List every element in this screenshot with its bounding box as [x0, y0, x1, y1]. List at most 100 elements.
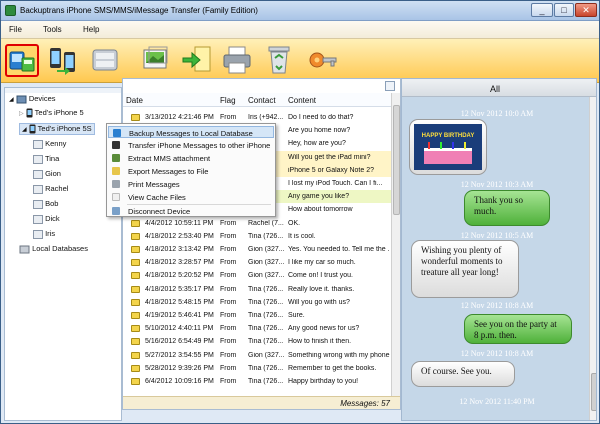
table-row[interactable]: 4/19/2012 5:46:41 PM From Tina (726... Sure… — [123, 309, 391, 322]
table-row[interactable]: 4/18/2012 5:35:17 PM From Tina (726... Real… — [123, 283, 391, 296]
transfer-button[interactable] — [47, 44, 79, 76]
print-button[interactable] — [221, 44, 253, 76]
table-row[interactable]: 5/28/2012 9:39:26 PM From Tina (726... Reme… — [123, 362, 391, 375]
database-button[interactable] — [89, 44, 121, 76]
table-row[interactable]: 4/18/2012 5:48:15 PM From Tina (726... Will… — [123, 296, 391, 309]
delete-button[interactable] — [263, 44, 295, 76]
image-caption: HAPPY BIRTHDAY — [422, 133, 475, 139]
cell-flag: From — [220, 219, 237, 227]
tree-local-databases[interactable]: Local Databases — [19, 244, 88, 254]
table-row[interactable]: 4/18/2012 3:13:42 PM From Gion (327... Yes.… — [123, 243, 391, 256]
message-icon — [131, 298, 140, 306]
cell-content: I like my car so much. — [288, 259, 356, 267]
search-icon[interactable] — [385, 81, 395, 91]
menu-item-export[interactable]: Export Messages to File — [108, 165, 274, 177]
cell-contact: Tina (726... — [248, 285, 284, 293]
table-row[interactable]: 5/27/2012 3:54:55 PM From Gion (327... Some… — [123, 349, 391, 362]
timestamp: 12 Nov 2012 10:8 AM — [460, 349, 534, 358]
menu-file[interactable]: File — [9, 25, 22, 34]
backup-button[interactable] — [5, 44, 39, 77]
cell-flag: From — [220, 246, 237, 253]
tree-devices[interactable]: ◢ Devices — [9, 94, 56, 104]
tree-contact[interactable]: Iris — [33, 229, 55, 239]
scroll-thumb[interactable] — [591, 373, 596, 411]
menu-item-cache[interactable]: View Cache Files — [108, 191, 274, 203]
cell-contact: Gion (327... — [248, 246, 285, 253]
export-button[interactable] — [141, 44, 173, 76]
col-content[interactable]: Content — [288, 96, 316, 105]
attachment-icon — [112, 154, 120, 162]
col-flag[interactable]: Flag — [220, 96, 236, 105]
message-icon — [131, 378, 140, 385]
cell-date: 4/4/2012 10:59:11 PM — [145, 219, 214, 227]
received-message-bubble[interactable]: Wishing you plenty of wonderful moments … — [411, 240, 519, 298]
sent-message-bubble[interactable]: See you on the party at 8 p.m. then. — [464, 314, 572, 344]
table-row[interactable]: 6/4/2012 10:09:16 PM From Tina (726... Happ… — [123, 375, 391, 388]
mms-image-bubble[interactable]: HAPPY BIRTHDAY — [409, 119, 487, 175]
tree-phone-1[interactable]: ▷ Ted's iPhone 5 — [19, 108, 84, 118]
cell-flag: From — [220, 259, 237, 267]
conversation-title: All — [490, 84, 501, 94]
table-row[interactable]: 4/18/2012 5:20:52 PM From Gion (327... Come… — [123, 269, 391, 282]
cell-date: 5/27/2012 3:54:55 PM — [145, 351, 214, 359]
received-message-bubble[interactable]: Of course. See you. — [411, 361, 515, 387]
print-icon — [223, 46, 251, 74]
timestamp: 12 Nov 2012 10:3 AM — [460, 180, 534, 189]
cell-contact: Tina (726... — [248, 312, 284, 319]
title-bar: Backuptrans iPhone SMS/MMS/iMessage Tran… — [1, 1, 599, 21]
cell-date: 4/19/2012 5:46:41 PM — [145, 312, 214, 319]
message-icon — [131, 312, 140, 319]
print-icon — [112, 180, 120, 188]
menu-item-disconnect[interactable]: Disconnect Device — [108, 205, 274, 217]
tree-contact[interactable]: Rachel — [33, 184, 68, 194]
tree-contact[interactable]: Tina — [33, 154, 59, 164]
transfer-icon — [112, 141, 120, 149]
maximize-button[interactable]: □ — [554, 3, 574, 17]
menu-item-transfer[interactable]: Transfer iPhone Messages to other iPhone — [108, 139, 274, 151]
tree-devices-label: Devices — [28, 94, 56, 103]
window-title: Backuptrans iPhone SMS/MMS/iMessage Tran… — [20, 6, 258, 15]
conversation-scrollbar[interactable] — [589, 97, 596, 420]
menu-help[interactable]: Help — [83, 25, 99, 34]
cell-flag: From — [220, 312, 237, 319]
tree-contact[interactable]: Dick — [33, 214, 60, 224]
col-contact[interactable]: Contact — [248, 96, 276, 105]
contact-icon — [33, 184, 43, 194]
table-row[interactable]: 5/16/2012 6:54:49 PM From Tina (726... How … — [123, 335, 391, 348]
cell-flag: From — [220, 114, 237, 121]
message-list-scrollbar[interactable] — [391, 93, 400, 396]
toolbar — [1, 39, 599, 83]
menu-item-extract[interactable]: Extract MMS attachment — [108, 152, 274, 164]
cell-content: Do I need to do that? — [288, 114, 354, 121]
tree-contact[interactable]: Gion — [33, 169, 61, 179]
col-date[interactable]: Date — [126, 96, 143, 105]
table-row[interactable]: 4/18/2012 3:28:57 PM From Gion (327... I li… — [123, 256, 391, 269]
birthday-image: HAPPY BIRTHDAY — [414, 124, 482, 170]
phone-icon — [29, 124, 36, 134]
cell-date: 5/16/2012 6:54:49 PM — [145, 338, 214, 346]
cell-date: 6/4/2012 10:09:16 PM — [145, 378, 214, 385]
menu-item-backup[interactable]: Backup Messages to Local Database — [108, 126, 274, 138]
register-button[interactable] — [307, 44, 339, 76]
cell-contact: Tina (726... — [248, 298, 284, 306]
table-row[interactable]: 4/18/2012 2:53:40 PM From Tina (726... It i… — [123, 230, 391, 243]
sent-message-bubble[interactable]: Thank you so much. — [464, 190, 550, 226]
backup-icon — [9, 51, 35, 72]
table-row[interactable]: 5/10/2012 4:40:11 PM From Tina (726... Any … — [123, 322, 391, 335]
tree-contact[interactable]: Kenny — [33, 139, 66, 149]
import-button[interactable] — [181, 44, 213, 76]
message-icon — [131, 364, 140, 372]
cell-content: Hey, how are you? — [288, 140, 346, 148]
contact-icon — [33, 154, 43, 164]
tree-contact[interactable]: Bob — [33, 199, 58, 209]
cell-flag: From — [220, 325, 237, 333]
menu-item-print[interactable]: Print Messages — [108, 178, 274, 190]
devices-icon — [16, 95, 27, 104]
table-row[interactable]: 4/4/2012 10:59:11 PM From Rachel (7... OK. — [123, 217, 391, 230]
menu-tools[interactable]: Tools — [43, 25, 62, 34]
minimize-button[interactable]: _ — [531, 3, 553, 17]
tree-phone-2[interactable]: ◢ Ted's iPhone 5S — [19, 123, 95, 136]
scroll-thumb[interactable] — [393, 105, 400, 215]
cell-content: How about tomorrow — [288, 206, 353, 214]
close-button[interactable]: ✕ — [575, 3, 597, 17]
